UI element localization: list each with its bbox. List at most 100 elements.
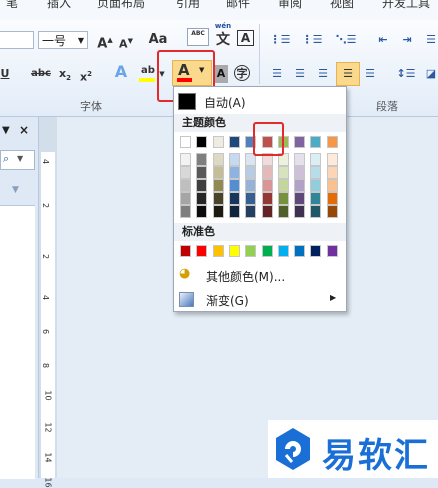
theme-color-swatch[interactable]	[212, 136, 224, 148]
theme-shade-swatch[interactable]	[228, 192, 240, 205]
tab-view[interactable]: 视图	[330, 0, 354, 11]
theme-shade-swatch[interactable]	[310, 153, 322, 166]
tab-review[interactable]: 审阅	[278, 0, 302, 11]
align-center-button[interactable]: ☰	[291, 65, 309, 83]
theme-shade-swatch[interactable]	[196, 153, 208, 166]
justify-button[interactable]: ☰	[336, 62, 360, 86]
tab-references[interactable]: 引用	[176, 0, 200, 11]
tab-developer[interactable]: 开发工具	[382, 0, 430, 11]
font-size-combo[interactable]: 一号 ▼	[38, 31, 88, 49]
theme-shade-swatch[interactable]	[261, 166, 273, 179]
distributed-button[interactable]: ☰	[361, 65, 379, 83]
increase-indent-button[interactable]: ⇥	[398, 31, 416, 49]
bullets-button[interactable]: ⋮☰	[266, 31, 294, 49]
theme-shade-swatch[interactable]	[212, 153, 224, 166]
theme-shade-swatch[interactable]	[180, 153, 191, 166]
character-shading-button[interactable]: A	[214, 65, 228, 83]
clear-format-button[interactable]: ABC	[187, 28, 209, 46]
pinyin-guide-button[interactable]: 文	[212, 31, 234, 49]
theme-shade-swatch[interactable]	[310, 192, 322, 205]
chevron-down-icon[interactable]: ▼	[12, 185, 19, 195]
character-border-button[interactable]: A	[237, 30, 254, 46]
change-case-button[interactable]: Aa	[146, 31, 170, 49]
theme-color-swatch[interactable]	[196, 136, 208, 148]
standard-color-swatch[interactable]	[228, 245, 240, 257]
theme-color-swatch[interactable]	[180, 136, 191, 148]
standard-color-swatch[interactable]	[180, 245, 191, 257]
shading-button[interactable]: ◪	[424, 65, 438, 83]
tab-page-layout[interactable]: 页面布局	[97, 0, 145, 11]
theme-shade-swatch[interactable]	[245, 179, 257, 192]
underline-button[interactable]: U	[0, 65, 12, 83]
tab-mailings[interactable]: 邮件	[226, 0, 250, 11]
theme-shade-swatch[interactable]	[212, 205, 224, 218]
theme-shade-swatch[interactable]	[294, 153, 306, 166]
theme-shade-swatch[interactable]	[196, 166, 208, 179]
standard-color-swatch[interactable]	[261, 245, 273, 257]
superscript-button[interactable]: x2	[78, 65, 94, 84]
theme-shade-swatch[interactable]	[277, 192, 289, 205]
theme-shade-swatch[interactable]	[326, 205, 338, 218]
standard-color-swatch[interactable]	[277, 245, 289, 257]
search-input[interactable]: ⌕ ▼	[0, 150, 35, 170]
subscript-button[interactable]: x2	[57, 65, 73, 83]
theme-shade-swatch[interactable]	[180, 192, 191, 205]
theme-shade-swatch[interactable]	[294, 166, 306, 179]
theme-shade-swatch[interactable]	[326, 153, 338, 166]
tab-insert[interactable]: 插入	[47, 0, 71, 11]
theme-shade-swatch[interactable]	[310, 205, 322, 218]
theme-shade-swatch[interactable]	[196, 179, 208, 192]
align-left-button[interactable]: ☰	[268, 65, 286, 83]
theme-shade-swatch[interactable]	[294, 179, 306, 192]
chinese-layout-button[interactable]: ☰	[424, 31, 438, 49]
grow-font-button[interactable]: A▲	[94, 31, 116, 51]
highlight-button[interactable]: ab	[138, 62, 158, 82]
gradient-item[interactable]: 渐变(G) ▶	[174, 289, 346, 309]
shrink-font-button[interactable]: A▼	[117, 32, 135, 51]
theme-shade-swatch[interactable]	[294, 192, 306, 205]
line-spacing-button[interactable]: ↕☰	[392, 65, 420, 83]
theme-shade-swatch[interactable]	[212, 192, 224, 205]
enclose-characters-button[interactable]: 字	[234, 65, 250, 81]
theme-shade-swatch[interactable]	[196, 192, 208, 205]
theme-color-swatch[interactable]	[326, 136, 338, 148]
tab-partial[interactable]: 笔	[6, 0, 18, 11]
chevron-down-icon[interactable]: ▼	[78, 32, 84, 50]
theme-shade-swatch[interactable]	[245, 166, 257, 179]
standard-color-swatch[interactable]	[294, 245, 306, 257]
theme-color-swatch[interactable]	[294, 136, 306, 148]
strikethrough-button[interactable]: abc	[30, 65, 52, 83]
more-colors-item[interactable]: ◕ 其他颜色(M)...	[174, 265, 346, 285]
theme-shade-swatch[interactable]	[180, 205, 191, 218]
theme-shade-swatch[interactable]	[228, 166, 240, 179]
theme-shade-swatch[interactable]	[326, 192, 338, 205]
theme-shade-swatch[interactable]	[277, 166, 289, 179]
theme-color-swatch[interactable]	[310, 136, 322, 148]
theme-shade-swatch[interactable]	[326, 179, 338, 192]
theme-color-swatch[interactable]	[228, 136, 240, 148]
theme-shade-swatch[interactable]	[261, 205, 273, 218]
theme-shade-swatch[interactable]	[245, 192, 257, 205]
theme-shade-swatch[interactable]	[212, 179, 224, 192]
close-icon[interactable]: ×	[19, 123, 29, 137]
chevron-down-icon[interactable]: ▼	[2, 125, 10, 136]
theme-shade-swatch[interactable]	[277, 179, 289, 192]
theme-shade-swatch[interactable]	[310, 179, 322, 192]
theme-shade-swatch[interactable]	[310, 166, 322, 179]
standard-color-swatch[interactable]	[245, 245, 257, 257]
theme-shade-swatch[interactable]	[212, 166, 224, 179]
theme-shade-swatch[interactable]	[261, 179, 273, 192]
automatic-color-item[interactable]: 自动(A)	[174, 91, 346, 111]
theme-shade-swatch[interactable]	[277, 205, 289, 218]
theme-shade-swatch[interactable]	[326, 166, 338, 179]
theme-shade-swatch[interactable]	[228, 179, 240, 192]
theme-shade-swatch[interactable]	[180, 179, 191, 192]
chevron-down-icon[interactable]: ▼	[17, 154, 23, 163]
theme-shade-swatch[interactable]	[294, 205, 306, 218]
text-effect-button[interactable]: A	[110, 63, 132, 81]
numbering-button[interactable]: ⋮☰	[298, 31, 326, 49]
standard-color-swatch[interactable]	[196, 245, 208, 257]
theme-shade-swatch[interactable]	[196, 205, 208, 218]
decrease-indent-button[interactable]: ⇤	[374, 31, 392, 49]
theme-shade-swatch[interactable]	[228, 153, 240, 166]
